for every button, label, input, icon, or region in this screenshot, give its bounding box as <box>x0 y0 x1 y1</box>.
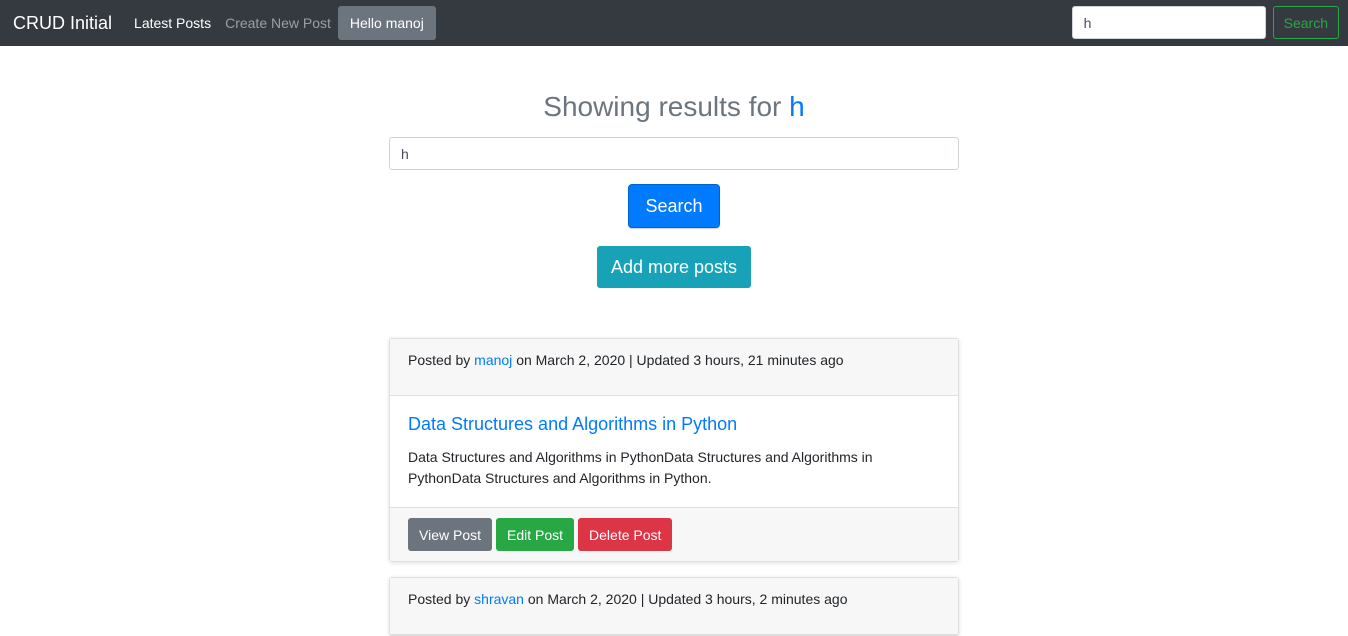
results-heading: Showing results for h <box>389 90 959 124</box>
post-card: Posted by shravan on March 2, 2020 | Upd… <box>389 577 959 636</box>
post-body: Data Structures and Algorithms in Python… <box>390 396 958 507</box>
post-card: Posted by manoj on March 2, 2020 | Updat… <box>389 338 959 562</box>
posted-by-label: Posted by <box>408 591 471 607</box>
navbar-search-button[interactable]: Search <box>1272 6 1339 39</box>
post-date-meta: on March 2, 2020 | Updated 3 hours, 21 m… <box>516 352 844 368</box>
posted-by-label: Posted by <box>408 352 471 368</box>
nav-create-new-post[interactable]: Create New Post <box>225 15 331 31</box>
navbar-search-input[interactable] <box>1071 6 1266 39</box>
post-meta: Posted by shravan on March 2, 2020 | Upd… <box>390 578 958 635</box>
results-heading-prefix: Showing results for <box>543 91 782 122</box>
post-excerpt: Data Structures and Algorithms in Python… <box>408 449 873 486</box>
post-author-link[interactable]: shravan <box>474 591 524 607</box>
post-actions: View Post Edit Post Delete Post <box>390 507 958 561</box>
hello-user-button[interactable]: Hello manoj <box>337 6 436 40</box>
search-button[interactable]: Search <box>628 184 720 228</box>
edit-post-button[interactable]: Edit Post <box>496 518 575 551</box>
post-author-link[interactable]: manoj <box>474 352 512 368</box>
search-input[interactable] <box>389 137 959 170</box>
post-title-link[interactable]: Data Structures and Algorithms in Python <box>408 413 940 435</box>
brand-link[interactable]: CRUD Initial <box>13 13 112 34</box>
main-content: Showing results for h Search Add more po… <box>389 90 959 636</box>
navbar: CRUD Initial Latest Posts Create New Pos… <box>0 0 1348 46</box>
add-more-posts-button[interactable]: Add more posts <box>596 246 752 288</box>
delete-post-button[interactable]: Delete Post <box>578 518 673 551</box>
nav-latest-posts[interactable]: Latest Posts <box>134 15 211 31</box>
post-meta: Posted by manoj on March 2, 2020 | Updat… <box>390 339 958 396</box>
post-date-meta: on March 2, 2020 | Updated 3 hours, 2 mi… <box>527 591 848 607</box>
view-post-button[interactable]: View Post <box>408 518 492 551</box>
navbar-search-form: Search <box>1071 6 1339 39</box>
results-query: h <box>789 91 805 122</box>
